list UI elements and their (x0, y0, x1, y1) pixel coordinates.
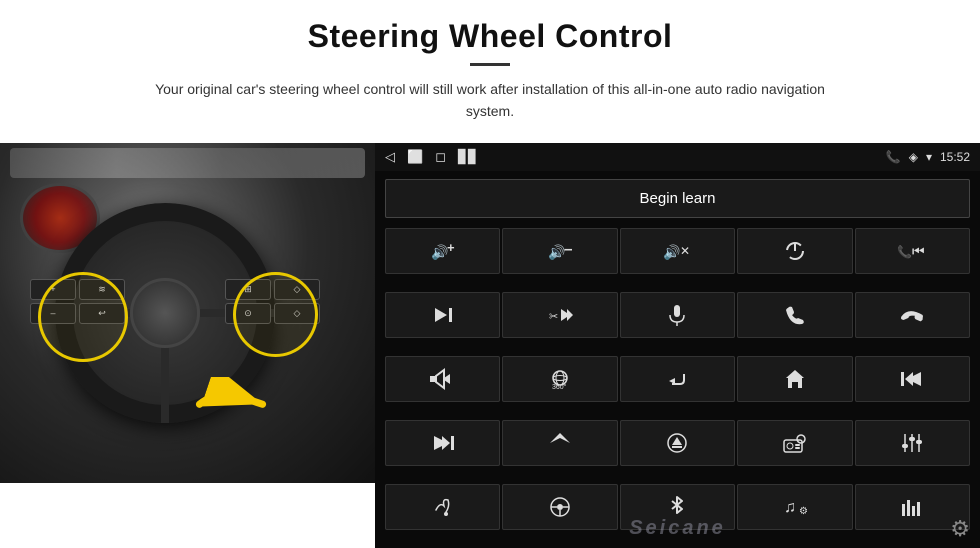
steering-bg: + ≋ – ↩ ⊞ ◇ ⊙ ◇ (0, 143, 375, 483)
phone-button[interactable] (737, 292, 852, 338)
page-container: Steering Wheel Control Your original car… (0, 0, 980, 548)
arrow-svg (195, 377, 285, 427)
speaker-back-button[interactable] (385, 356, 500, 402)
hangup-button[interactable] (855, 292, 970, 338)
fast-forward-stop-button[interactable]: ✂ (502, 292, 617, 338)
home-icon[interactable]: ⬜ (407, 149, 423, 165)
content-section: + ≋ – ↩ ⊞ ◇ ⊙ ◇ (0, 143, 980, 548)
steering-ctrl-button[interactable] (502, 484, 617, 530)
header-section: Steering Wheel Control Your original car… (0, 0, 980, 133)
svg-text:⏮: ⏮ (912, 243, 925, 259)
next-track-button[interactable] (385, 292, 500, 338)
power-button[interactable] (737, 228, 852, 274)
svg-text:✕: ✕ (680, 244, 690, 258)
mute-button[interactable]: 🔊✕ (620, 228, 735, 274)
dashboard-top (10, 148, 365, 178)
skip-forward-button[interactable] (385, 420, 500, 466)
svg-text:📞: 📞 (897, 244, 912, 259)
begin-learn-button[interactable]: Begin learn (385, 179, 970, 218)
radio-button[interactable] (737, 420, 852, 466)
svg-text:+: + (447, 241, 455, 255)
headunit: ◁ ⬜ ◻ ▊▊ 📞 ◈ ▾ 15:52 Begin learn (375, 143, 980, 548)
gps-status-icon: ◈ (909, 150, 918, 164)
mic2-button[interactable] (385, 484, 500, 530)
highlight-circle-left (38, 272, 128, 362)
steering-hub (130, 278, 200, 348)
status-left: ◁ ⬜ ◻ ▊▊ (385, 149, 478, 165)
skip-back-button[interactable] (855, 356, 970, 402)
icon-grid: 🔊+ 🔊– 🔊✕ 📞 ⏮ (375, 226, 980, 548)
navigate-button[interactable] (502, 420, 617, 466)
phone-status-icon: 📞 (886, 150, 901, 164)
back-icon[interactable]: ◁ (385, 149, 395, 165)
music-settings-button[interactable]: ♫ ⚙ (737, 484, 852, 530)
recents-icon[interactable]: ◻ (435, 149, 446, 165)
title-divider (470, 63, 510, 66)
svg-text:✂: ✂ (549, 311, 558, 323)
eject-button[interactable] (620, 420, 735, 466)
signal-icon: ▊▊ (458, 149, 478, 165)
svg-text:⚙: ⚙ (799, 506, 808, 517)
begin-learn-row: Begin learn (375, 171, 980, 226)
phone-prev-button[interactable]: 📞 ⏮ (855, 228, 970, 274)
status-right: 📞 ◈ ▾ 15:52 (886, 150, 970, 164)
gear-settings-icon[interactable]: ⚙ (950, 516, 970, 542)
svg-text:🔊: 🔊 (663, 243, 680, 261)
status-bar: ◁ ⬜ ◻ ▊▊ 📞 ◈ ▾ 15:52 (375, 143, 980, 171)
svg-text:–: – (564, 241, 572, 258)
status-time: 15:52 (940, 150, 970, 164)
arrow-container (195, 377, 285, 432)
vol-up-button[interactable]: 🔊+ (385, 228, 500, 274)
highlight-circle-right (233, 272, 318, 357)
home-nav-button[interactable] (737, 356, 852, 402)
bluetooth-button[interactable] (620, 484, 735, 530)
vol-down-button[interactable]: 🔊– (502, 228, 617, 274)
view-360-button[interactable]: 360° (502, 356, 617, 402)
svg-text:🔊: 🔊 (548, 243, 565, 261)
svg-text:🔊: 🔊 (431, 243, 448, 261)
return-button[interactable] (620, 356, 735, 402)
subtitle: Your original car's steering wheel contr… (140, 78, 840, 123)
steering-wheel-image: + ≋ – ↩ ⊞ ◇ ⊙ ◇ (0, 143, 375, 483)
svg-text:♫: ♫ (784, 499, 796, 516)
settings-sliders-button[interactable] (855, 420, 970, 466)
mic-button[interactable] (620, 292, 735, 338)
wifi-status-icon: ▾ (926, 150, 932, 164)
svg-text:360°: 360° (552, 383, 567, 390)
page-title: Steering Wheel Control (40, 18, 940, 55)
spoke-bottom (161, 343, 169, 423)
